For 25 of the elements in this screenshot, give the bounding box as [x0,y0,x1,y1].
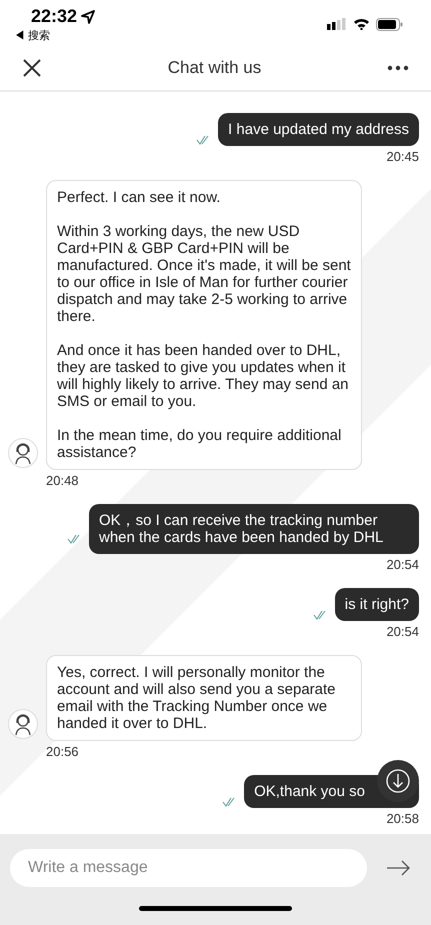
message-time: 20:45 [386,149,419,164]
message-bubble: Perfect. I can see it now. Within 3 working days, the new USD Card+PIN & GBP Card+PIN will be manufactured. Once it's made, it will be sent to our office in Isle of Man for further courier dispatch and may take 2-5 working to arrive there. And once it has been handed over to DHL, they are tasked to give you updates when it will highly likely to arrive. They may send an SMS or email to you. In the mean time, do you require additional assistance? [46,180,362,470]
location-arrow-icon [81,10,96,24]
signal-icon [327,18,347,30]
message-bubble: Yes, correct. I will personally monitor the account and will also send you a separate email with the Tracking Number once we handed it over to DHL. [46,655,362,741]
message-input[interactable]: Write a message [10,849,367,887]
status-time: 22:32 [31,6,78,27]
agent-avatar-icon [8,709,38,739]
battery-icon [376,18,403,30]
back-link[interactable]: ◀ 搜索 [14,28,96,43]
send-icon[interactable] [387,860,411,876]
wifi-icon [353,18,370,30]
message-bubble: I have updated my address [218,113,419,146]
agent-avatar-icon [8,438,38,468]
message-time: 20:54 [386,557,419,572]
message-time: 20:54 [386,624,419,639]
scroll-down-button[interactable] [377,760,419,802]
message-bubble: is it right? [334,588,419,621]
message-time: 20:58 [386,811,419,826]
chat-title: Chat with us [168,58,262,78]
more-icon[interactable] [386,65,409,71]
message-time: 20:56 [46,744,79,759]
close-icon[interactable] [22,58,42,78]
message-time: 20:48 [46,473,79,488]
message-bubble: OK，so I can receive the tracking number when the cards have been handed by DHL [89,504,419,554]
